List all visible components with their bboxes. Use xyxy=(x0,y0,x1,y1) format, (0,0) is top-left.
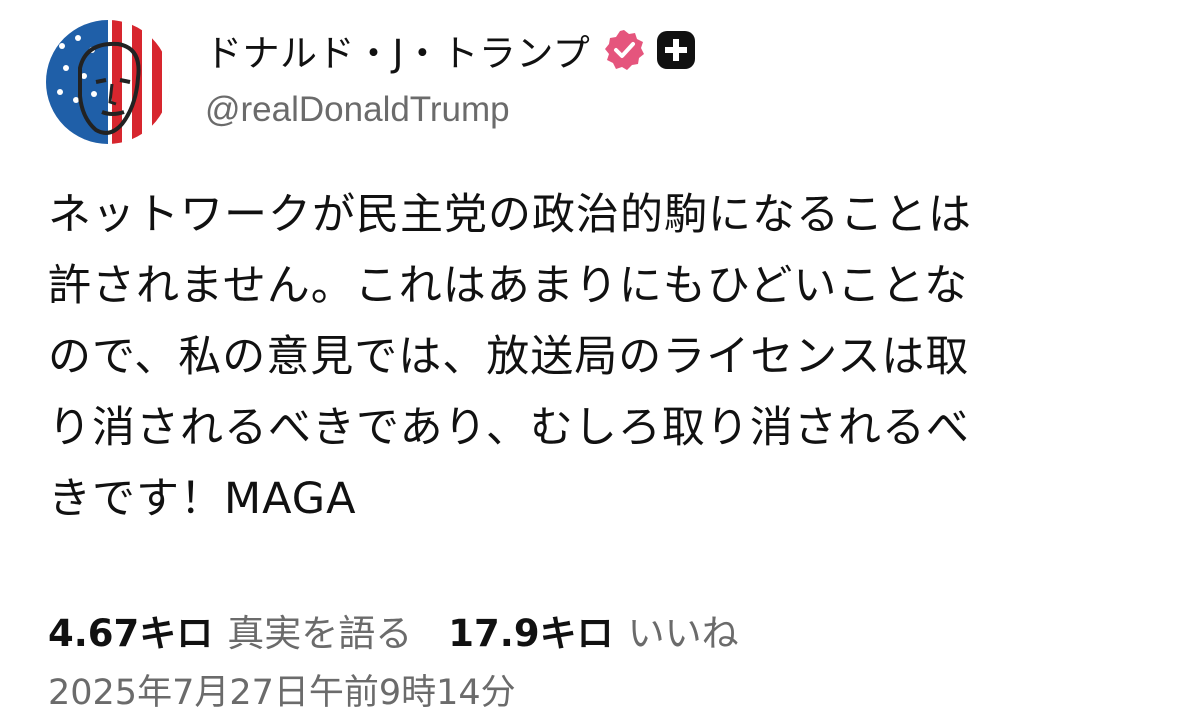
likes-stat[interactable]: 17.9キロ いいね xyxy=(448,603,738,657)
post-body-line: り消されるべきであり、むしろ取り消されるべ xyxy=(48,403,970,453)
retruths-label: 真実を語る xyxy=(227,612,413,655)
retruths-stat[interactable]: 4.67キロ 真実を語る xyxy=(48,603,412,657)
name-row: ドナルド・J・トランプ xyxy=(205,22,696,78)
engagement-stats: 4.67キロ 真実を語る 17.9キロ いいね xyxy=(48,603,739,657)
display-name[interactable]: ドナルド・J・トランプ xyxy=(205,23,590,77)
verified-badge-icon xyxy=(602,28,646,72)
post-body: ネットワークが民主党の政治的駒になることは 許されません。これはあまりにもひどい… xyxy=(48,180,1168,535)
avatar[interactable] xyxy=(46,20,170,144)
post-header: ドナルド・J・トランプ @realDonaldTrump xyxy=(205,22,696,130)
post-card: ドナルド・J・トランプ @realDonaldTrump ネットワークが民主党の… xyxy=(0,0,1200,719)
retruths-count: 4.67キロ xyxy=(48,612,214,655)
post-body-line: ので、私の意見では、放送局のライセンスは取 xyxy=(48,332,970,382)
likes-count: 17.9キロ xyxy=(448,612,614,655)
avatar-image xyxy=(46,20,170,144)
post-body-line: 許されません。これはあまりにもひどいことな xyxy=(48,261,969,311)
plus-badge-icon xyxy=(656,30,696,70)
author-handle[interactable]: @realDonaldTrump xyxy=(205,90,696,130)
post-timestamp: 2025年7月27日午前9時14分 xyxy=(48,673,516,713)
likes-label: いいね xyxy=(627,612,739,655)
post-body-line: きです！MAGA xyxy=(48,474,357,524)
post-body-line: ネットワークが民主党の政治的駒になることは xyxy=(48,190,972,240)
